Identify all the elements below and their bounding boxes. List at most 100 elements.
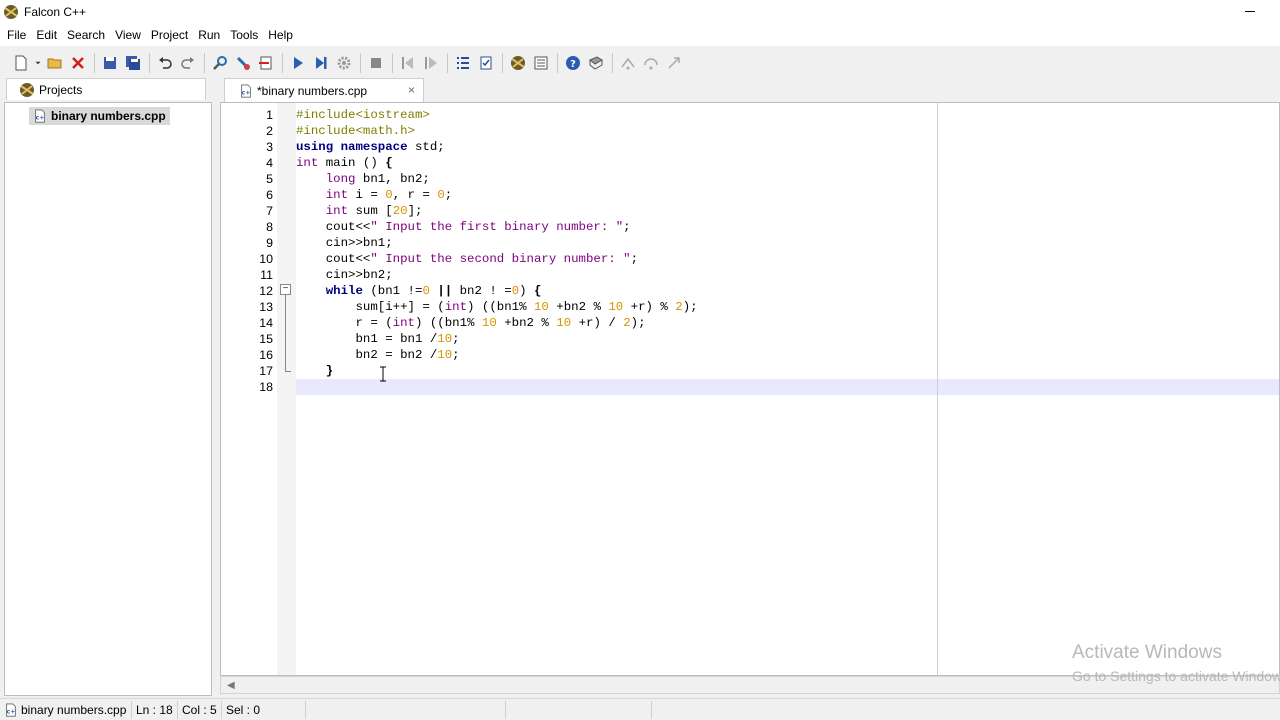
svg-text:?: ? [570,59,576,70]
step-back-icon [402,57,413,69]
line-number: 1 [266,108,273,122]
step-forward-button[interactable] [420,52,442,74]
build-button[interactable] [333,52,355,74]
toolbar-separator [94,53,95,73]
minimize-button[interactable] [1240,2,1260,20]
stop-button[interactable] [365,52,387,74]
status-file: c+ binary numbers.cpp [0,700,132,719]
save-all-icon [126,56,140,70]
code-line: using namespace std; [296,140,445,154]
status-empty [506,700,652,719]
tab-binary-numbers[interactable]: c+ *binary numbers.cpp × [224,78,424,102]
menu-bar: File Edit Search View Project Run Tools … [0,24,1280,46]
fold-toggle-icon[interactable]: − [280,284,291,295]
menu-run[interactable]: Run [193,24,225,46]
new-file-icon [15,55,27,71]
code-line: cout<<" Input the second binary number: … [296,252,639,266]
title-bar: Falcon C++ [0,0,1280,24]
new-file-button[interactable] [10,52,32,74]
step-out-icon [668,57,680,69]
cpp-file-icon: c+ [6,702,16,717]
run-button[interactable] [287,52,309,74]
close-file-button[interactable] [67,52,89,74]
goto-line-button[interactable] [255,52,277,74]
projects-tab[interactable]: Projects [6,78,206,100]
falcon-button[interactable] [507,52,529,74]
code-line: int sum [20]; [325,204,423,218]
properties-button[interactable] [530,52,552,74]
search-icon [213,56,227,70]
menu-file[interactable]: File [2,24,31,46]
falcon-app-icon [4,5,18,19]
menu-tools[interactable]: Tools [225,24,263,46]
fold-guide [285,295,286,371]
debug-step-out-button[interactable] [663,52,685,74]
watermark-title: Activate Windows [1072,642,1222,663]
toolbar-separator [502,53,503,73]
save-button[interactable] [99,52,121,74]
projects-panel: Projects c+ binary numbers.cpp [0,78,212,696]
line-number-gutter: 1 2 3 4 5 6 7 8 9 10 11 12 13 14 15 16 1… [221,103,277,675]
step-button[interactable] [310,52,332,74]
menu-search[interactable]: Search [62,24,110,46]
toolbar-separator [204,53,205,73]
code-line: bn1 = bn1 /10; [296,332,460,346]
code-line: bn2 = bn2 /10; [296,348,460,362]
close-icon [72,57,84,69]
tree-item-file[interactable]: c+ binary numbers.cpp [29,107,170,125]
find-button[interactable] [209,52,231,74]
line-number: 9 [266,236,273,250]
toolbar-separator [149,53,150,73]
fold-end-marker [285,371,291,372]
menu-project[interactable]: Project [146,24,193,46]
debug-step-into-button[interactable] [617,52,639,74]
menu-help[interactable]: Help [263,24,298,46]
line-number: 15 [259,332,273,346]
minimize-icon [1245,10,1255,12]
save-all-button[interactable] [122,52,144,74]
line-number: 11 [260,268,273,282]
text-cursor-icon [380,366,386,382]
list-button[interactable] [452,52,474,74]
status-bar: c+ binary numbers.cpp Ln : 18 Col : 5 Se… [0,698,1280,720]
code-line: #include<iostream> [296,108,430,122]
toolbar-separator [282,53,283,73]
toolbar-separator [447,53,448,73]
undo-button[interactable] [154,52,176,74]
code-line: cin>>bn1; [296,236,393,250]
activation-watermark: Activate Windows Go to Settings to activ… [1072,642,1280,684]
status-column: Col : 5 [178,700,222,719]
step-back-button[interactable] [397,52,419,74]
redo-button[interactable] [177,52,199,74]
replace-button[interactable] [232,52,254,74]
editor-tab-bar: c+ *binary numbers.cpp × [214,78,1280,102]
toolbar-separator [612,53,613,73]
help-button[interactable]: ? [562,52,584,74]
svg-text:c+: c+ [36,115,45,122]
falcon-icon [511,56,525,70]
status-line: Ln : 18 [132,700,178,719]
watermark-subtitle: Go to Settings to activate Windows. [1072,668,1280,684]
line-number: 2 [266,124,273,138]
line-number: 12 [259,284,273,298]
save-icon [104,57,116,69]
step-icon [316,57,327,69]
tab-label: *binary numbers.cpp [257,83,368,98]
gear-icon [337,56,351,70]
about-button[interactable] [585,52,607,74]
line-number: 18 [259,380,273,394]
line-number: 5 [266,172,273,186]
menu-view[interactable]: View [110,24,146,46]
task-button[interactable] [475,52,497,74]
code-editor[interactable]: 1 2 3 4 5 6 7 8 9 10 11 12 13 14 15 16 1… [220,102,1280,676]
tab-close-icon[interactable]: × [408,83,415,97]
open-button[interactable] [44,52,66,74]
projects-tab-label: Projects [39,82,83,97]
scroll-left-icon[interactable]: ◀ [227,680,235,691]
debug-step-over-button[interactable] [640,52,662,74]
new-dropdown-button[interactable] [33,52,43,74]
menu-edit[interactable]: Edit [31,24,62,46]
line-number: 6 [266,188,273,202]
code-line: } [325,364,334,378]
